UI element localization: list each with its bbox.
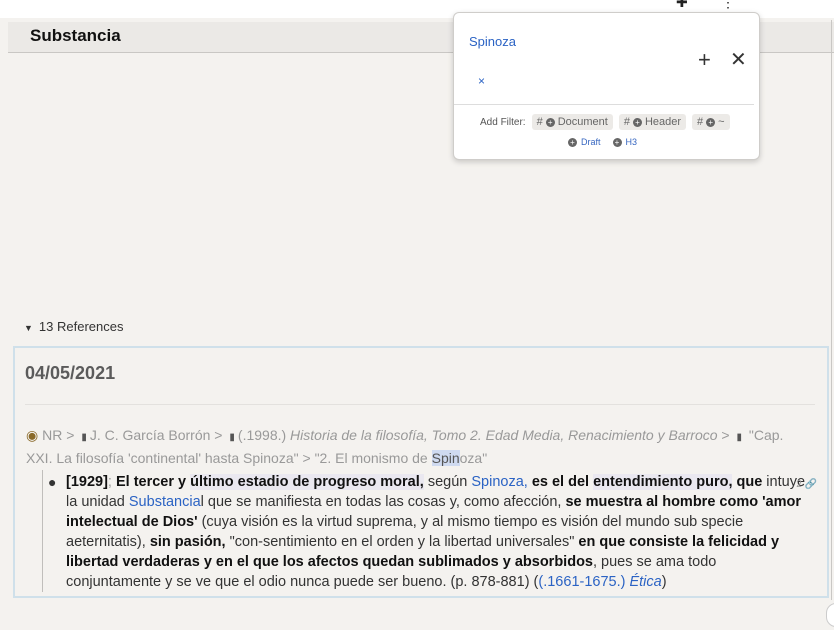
filter-chip-document[interactable]: # + Document bbox=[531, 114, 613, 130]
filter-chip-header[interactable]: # + Header bbox=[618, 114, 687, 130]
divider bbox=[25, 404, 815, 405]
close-icon[interactable]: ✕ bbox=[730, 49, 747, 71]
block-guide-line bbox=[42, 470, 43, 592]
link-etica-ref[interactable]: (.1661-1675.) bbox=[538, 574, 629, 590]
link-spinoza[interactable]: Spinoza, bbox=[471, 474, 527, 490]
breadcrumb-section[interactable]: "2. El monismo de Spinoza" bbox=[315, 450, 487, 466]
block-text: [1929]; El tercer y último estadio de pr… bbox=[66, 474, 806, 590]
filter-chip-draft[interactable]: + Draft bbox=[568, 137, 601, 147]
link-icon: 🔗 bbox=[804, 479, 817, 490]
reference-block[interactable]: ● 2 🔗 [1929]; El tercer y último estadio… bbox=[48, 472, 817, 592]
notebook-icon: ◉ bbox=[26, 427, 39, 443]
link-etica[interactable]: Ética bbox=[629, 574, 661, 590]
plus-circle-icon: + bbox=[612, 138, 622, 147]
breadcrumb: ◉ NR > ▮ J. C. García Borrón > ▮ (.1998.) … bbox=[26, 427, 784, 466]
references-toggle[interactable]: ▼ 13 References bbox=[24, 319, 123, 334]
breadcrumb-root[interactable]: NR bbox=[42, 427, 62, 443]
page-title: Substancia bbox=[30, 26, 121, 45]
plus-circle-icon: + bbox=[545, 117, 555, 127]
document-icon: ▮ bbox=[229, 432, 235, 443]
link-substancia[interactable]: Substancia bbox=[129, 494, 201, 510]
add-filter-label: Add Filter: bbox=[480, 116, 526, 128]
divider bbox=[454, 104, 754, 105]
filter-popup: Spinoza × + ✕ Add Filter: # + Document # + H… bbox=[453, 12, 760, 160]
puzzle-icon[interactable]: ✚ bbox=[676, 0, 688, 11]
caret-down-icon: ▼ bbox=[24, 323, 33, 333]
divider bbox=[831, 20, 832, 600]
reference-count[interactable]: 2 🔗 bbox=[796, 475, 817, 495]
references-label: 13 References bbox=[38, 319, 124, 334]
remove-filter-icon[interactable]: × bbox=[478, 74, 485, 88]
bullet-icon[interactable]: ● bbox=[48, 472, 56, 492]
add-button[interactable]: + bbox=[698, 49, 711, 71]
plus-circle-icon: + bbox=[568, 138, 577, 147]
plus-circle-icon: + bbox=[632, 117, 642, 127]
document-icon: ▮ bbox=[81, 432, 87, 443]
filter-chip-tilde[interactable]: # + ~ bbox=[692, 114, 730, 130]
reference-date[interactable]: 04/05/2021 bbox=[25, 363, 115, 384]
plus-circle-icon: + bbox=[706, 117, 716, 127]
filter-row-2: + Draft + H3 bbox=[568, 137, 637, 147]
breadcrumb-book[interactable]: (.1998.) Historia de la filosofía, Tomo … bbox=[238, 427, 718, 443]
more-options-icon[interactable]: ⋮ bbox=[721, 0, 735, 11]
scroll-handle[interactable] bbox=[826, 603, 834, 627]
document-icon: ▮ bbox=[736, 432, 743, 443]
filter-tag-spinoza[interactable]: Spinoza bbox=[469, 34, 516, 49]
filter-chip-h3[interactable]: + H3 bbox=[612, 137, 637, 147]
breadcrumb-author[interactable]: J. C. García Borrón bbox=[90, 427, 211, 443]
add-filter-row: Add Filter: # + Document # + Header # + ~ bbox=[480, 114, 730, 130]
reference-card: 04/05/2021 ◉ NR > ▮ J. C. García Borrón >… bbox=[13, 346, 829, 598]
